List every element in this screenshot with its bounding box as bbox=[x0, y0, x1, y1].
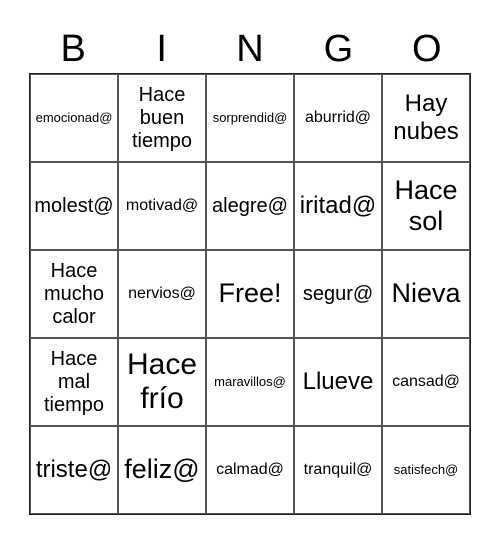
bingo-cell-b5[interactable]: triste@ bbox=[30, 426, 118, 514]
bingo-cell-b1[interactable]: emocionad@ bbox=[30, 74, 118, 162]
bingo-cell-g4[interactable]: Llueve bbox=[294, 338, 382, 426]
bingo-cell-o3[interactable]: Nieva bbox=[382, 250, 470, 338]
header-letter-i: I bbox=[156, 28, 167, 70]
cell-text: satisfech@ bbox=[393, 461, 459, 477]
bingo-cell-g3[interactable]: segur@ bbox=[294, 250, 382, 338]
cell-text: Hace frío bbox=[126, 347, 198, 416]
bingo-cell-i5[interactable]: feliz@ bbox=[118, 426, 206, 514]
cell-text: segur@ bbox=[302, 282, 374, 305]
bingo-cell-o5[interactable]: satisfech@ bbox=[382, 426, 470, 514]
header-letter-b: B bbox=[60, 28, 86, 70]
cell-text: Hace mal tiempo bbox=[43, 347, 105, 416]
bingo-cell-n4[interactable]: maravillos@ bbox=[206, 338, 294, 426]
cell-text: maravillos@ bbox=[214, 373, 286, 389]
header-letter-n: N bbox=[236, 28, 264, 70]
cell-text: alegre@ bbox=[212, 194, 288, 217]
bingo-cell-o1[interactable]: Hay nubes bbox=[382, 74, 470, 162]
cell-text: Hace buen tiempo bbox=[131, 83, 193, 152]
bingo-header: B I N G O bbox=[29, 24, 471, 74]
bingo-board: emocionad@ Hace buen tiempo sorprendid@ abu… bbox=[29, 73, 471, 515]
cell-text: motivad@ bbox=[125, 196, 199, 214]
cell-text: sorprendid@ bbox=[212, 109, 288, 125]
bingo-cell-o4[interactable]: cansad@ bbox=[382, 338, 470, 426]
bingo-cell-i2[interactable]: motivad@ bbox=[118, 162, 206, 250]
cell-text: aburrid@ bbox=[304, 108, 372, 126]
cell-text: molest@ bbox=[34, 194, 114, 217]
bingo-cell-n2[interactable]: alegre@ bbox=[206, 162, 294, 250]
cell-text: nervios@ bbox=[128, 284, 196, 302]
bingo-cell-i1[interactable]: Hace buen tiempo bbox=[118, 74, 206, 162]
bingo-cell-n1[interactable]: sorprendid@ bbox=[206, 74, 294, 162]
cell-text: Hace mucho calor bbox=[43, 259, 105, 328]
cell-text: Nieva bbox=[391, 278, 461, 309]
header-letter-g: G bbox=[323, 28, 354, 70]
cell-text: feliz@ bbox=[124, 454, 200, 485]
cell-text: Llueve bbox=[302, 368, 374, 396]
bingo-cell-i3[interactable]: nervios@ bbox=[118, 250, 206, 338]
bingo-cell-g5[interactable]: tranquil@ bbox=[294, 426, 382, 514]
bingo-cell-i4[interactable]: Hace frío bbox=[118, 338, 206, 426]
cell-text: calmad@ bbox=[216, 460, 284, 478]
cell-text: Free! bbox=[218, 278, 282, 309]
free-space-cell[interactable]: Free! bbox=[206, 250, 294, 338]
cell-text: emocionad@ bbox=[35, 109, 113, 125]
bingo-cell-g2[interactable]: iritad@ bbox=[294, 162, 382, 250]
cell-text: Hay nubes bbox=[393, 90, 459, 145]
cell-text: Hace sol bbox=[394, 174, 458, 236]
bingo-cell-b4[interactable]: Hace mal tiempo bbox=[30, 338, 118, 426]
cell-text: triste@ bbox=[35, 456, 113, 484]
bingo-cell-g1[interactable]: aburrid@ bbox=[294, 74, 382, 162]
cell-text: tranquil@ bbox=[303, 460, 373, 478]
bingo-cell-b2[interactable]: molest@ bbox=[30, 162, 118, 250]
bingo-cell-b3[interactable]: Hace mucho calor bbox=[30, 250, 118, 338]
header-letter-o: O bbox=[412, 28, 442, 70]
cell-text: cansad@ bbox=[392, 372, 460, 390]
bingo-cell-n5[interactable]: calmad@ bbox=[206, 426, 294, 514]
bingo-cell-o2[interactable]: Hace sol bbox=[382, 162, 470, 250]
cell-text: iritad@ bbox=[299, 192, 377, 220]
